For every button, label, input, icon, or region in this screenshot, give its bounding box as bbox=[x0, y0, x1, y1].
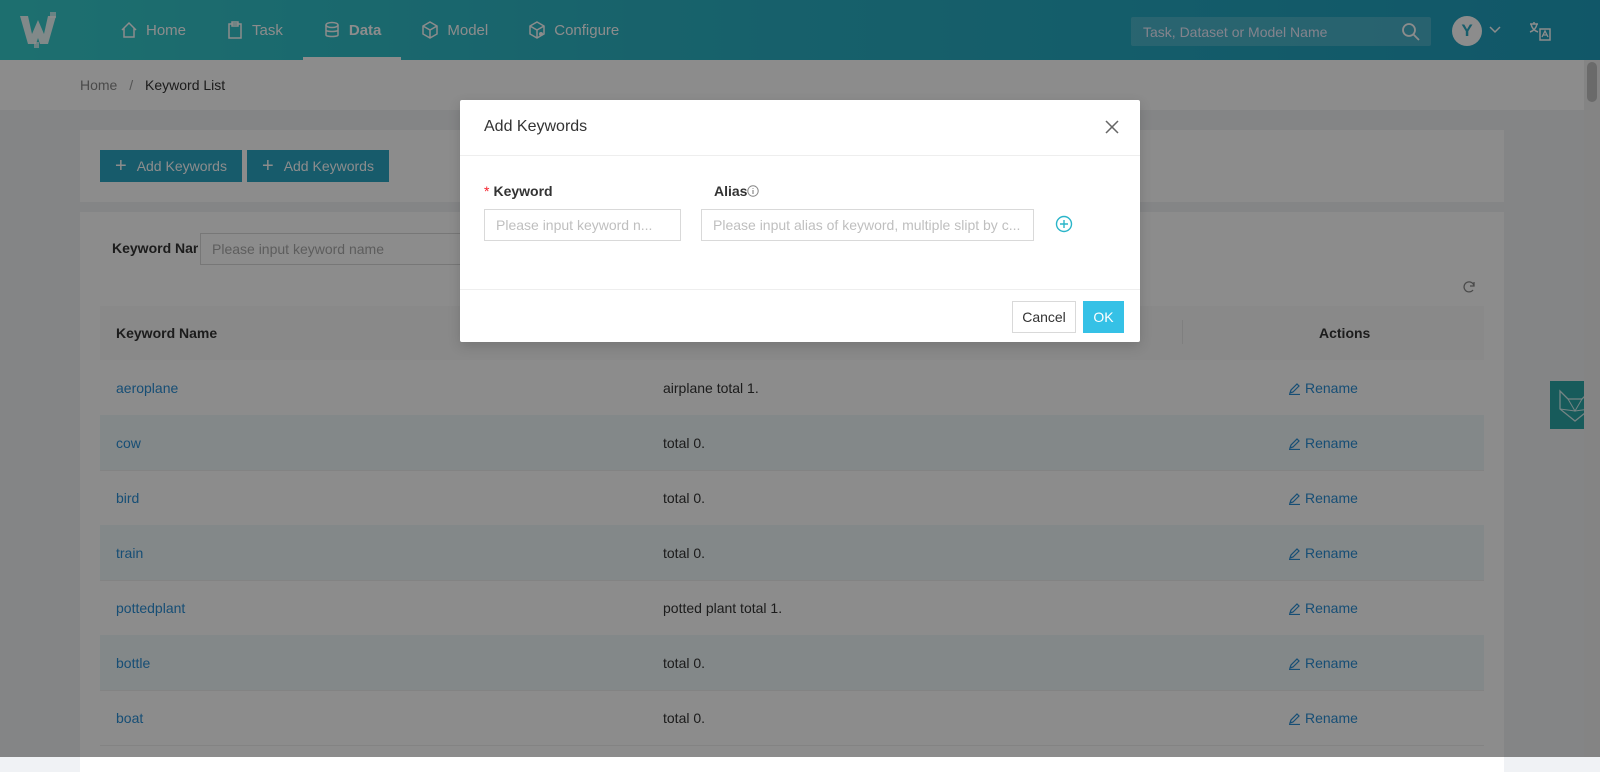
cancel-button[interactable]: Cancel bbox=[1012, 301, 1076, 333]
keyword-label: * Keyword bbox=[484, 183, 553, 199]
keyword-input[interactable]: Please input keyword n... bbox=[484, 209, 681, 241]
alias-label: Alias bbox=[714, 183, 760, 199]
info-icon[interactable] bbox=[747, 185, 760, 197]
ok-button[interactable]: OK bbox=[1083, 301, 1124, 333]
add-keywords-modal: Add Keywords * Keyword Alias Please input… bbox=[460, 100, 1140, 342]
close-icon[interactable] bbox=[1105, 120, 1119, 134]
modal-header: Add Keywords bbox=[460, 100, 1140, 156]
required-mark: * bbox=[484, 183, 490, 199]
modal-footer: Cancel OK bbox=[460, 289, 1140, 343]
alias-input[interactable]: Please input alias of keyword, multiple … bbox=[701, 209, 1034, 241]
alias-label-text: Alias bbox=[714, 183, 748, 199]
add-circle-icon[interactable] bbox=[1055, 215, 1073, 233]
modal-title: Add Keywords bbox=[484, 118, 588, 135]
keyword-label-text: Keyword bbox=[493, 183, 553, 199]
